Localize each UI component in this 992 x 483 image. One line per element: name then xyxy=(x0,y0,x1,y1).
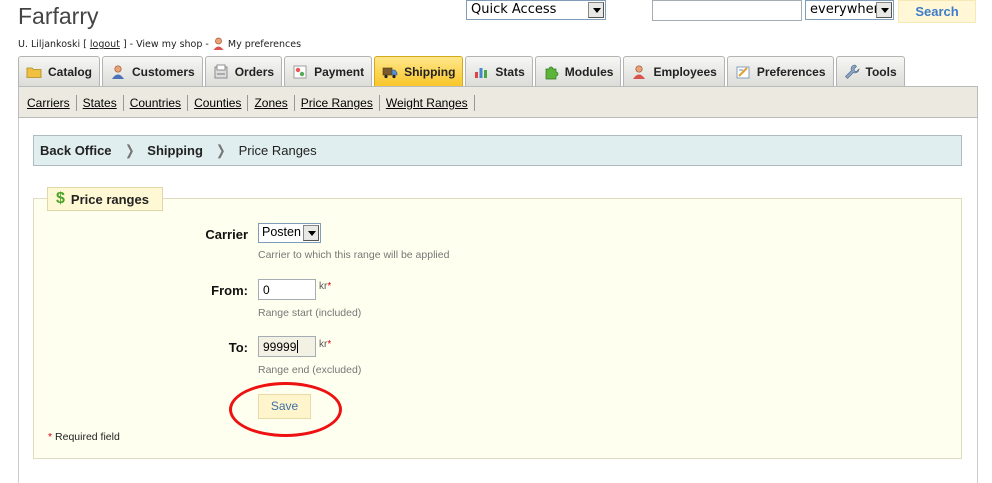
carrier-select[interactable]: Posten xyxy=(258,223,321,243)
folder-icon xyxy=(26,67,42,78)
tab-preferences[interactable]: Preferences xyxy=(726,56,834,86)
tab-tools[interactable]: Tools xyxy=(835,56,905,86)
to-value: 99999 xyxy=(263,340,297,354)
chart-icon xyxy=(475,67,488,78)
quick-access-value: Quick Access xyxy=(471,2,557,17)
carrier-hint: Carrier to which this range will be appl… xyxy=(258,249,450,261)
chevron-down-icon[interactable] xyxy=(588,2,604,18)
from-input[interactable]: 0 xyxy=(258,279,316,300)
required-marker: * xyxy=(327,339,332,350)
dollar-icon: $ xyxy=(56,190,65,207)
tab-employees[interactable]: Employees xyxy=(623,56,725,86)
to-unit: kr* xyxy=(319,339,331,350)
tab-payment[interactable]: Payment xyxy=(284,56,373,86)
puzzle-icon xyxy=(545,66,559,79)
payment-icon xyxy=(293,65,307,78)
sub-navigation: Carriers States Countries Counties Zones… xyxy=(18,86,978,118)
preferences-icon xyxy=(736,66,750,78)
search-button[interactable]: Search xyxy=(898,0,976,23)
required-marker: * xyxy=(48,431,53,443)
tab-stats[interactable]: Stats xyxy=(465,56,533,86)
tab-catalog[interactable]: Catalog xyxy=(18,56,101,86)
to-label: To: xyxy=(228,340,248,355)
tab-label: Preferences xyxy=(756,64,826,79)
tab-label: Tools xyxy=(865,64,897,79)
logout-link[interactable]: logout xyxy=(90,39,120,50)
from-hint: Range start (included) xyxy=(258,307,362,319)
customers-icon xyxy=(112,64,125,79)
orders-icon xyxy=(214,64,228,78)
view-shop-link[interactable]: View my shop xyxy=(136,39,202,50)
breadcrumb-current: Price Ranges xyxy=(238,143,317,158)
search-input[interactable] xyxy=(652,0,802,21)
breadcrumb-section[interactable]: Shipping xyxy=(147,143,203,158)
wrench-icon xyxy=(844,64,859,79)
tab-label: Shipping xyxy=(404,64,456,79)
subnav-countries[interactable]: Countries xyxy=(124,95,189,111)
tab-label: Catalog xyxy=(48,64,93,79)
tab-label: Customers xyxy=(132,64,195,79)
legend-label: Price ranges xyxy=(70,191,149,207)
quick-access-select[interactable]: Quick Access xyxy=(466,0,606,20)
tab-label: Payment xyxy=(314,64,365,79)
chevron-right-icon: ❯ xyxy=(216,142,226,158)
highlight-circle xyxy=(229,382,342,437)
carrier-value: Posten xyxy=(262,225,301,239)
required-note-text: Required field xyxy=(55,431,120,443)
form-legend: $ Price ranges xyxy=(47,187,163,211)
from-label: From: xyxy=(211,283,248,298)
subnav-counties[interactable]: Counties xyxy=(188,95,249,111)
subnav-weight-ranges[interactable]: Weight Ranges xyxy=(380,95,475,111)
required-field-note: * Required field xyxy=(48,431,120,443)
to-hint: Range end (excluded) xyxy=(258,364,362,376)
employee-icon xyxy=(633,64,646,79)
subnav-zones[interactable]: Zones xyxy=(248,95,295,111)
carrier-label: Carrier xyxy=(205,227,248,242)
tab-modules[interactable]: Modules xyxy=(534,56,622,86)
required-marker: * xyxy=(327,281,332,292)
search-scope-select[interactable]: everywhere xyxy=(805,0,894,20)
tab-orders[interactable]: Orders xyxy=(204,56,283,86)
from-value: 0 xyxy=(263,283,270,297)
breadcrumb-root[interactable]: Back Office xyxy=(40,143,112,158)
tab-shipping[interactable]: Shipping xyxy=(374,56,464,86)
subnav-carriers[interactable]: Carriers xyxy=(21,95,77,111)
from-unit: kr* xyxy=(319,281,331,292)
truck-icon xyxy=(382,67,398,78)
tab-customers[interactable]: Customers xyxy=(102,56,203,86)
text-cursor xyxy=(297,340,299,353)
chevron-down-icon[interactable] xyxy=(876,2,892,18)
tab-label: Modules xyxy=(564,64,614,79)
chevron-right-icon: ❯ xyxy=(124,142,135,158)
subnav-states[interactable]: States xyxy=(77,95,124,111)
tab-label: Employees xyxy=(653,64,717,79)
to-input[interactable]: 99999 xyxy=(258,336,316,357)
tab-label: Orders xyxy=(234,64,275,79)
preferences-link[interactable]: My preferences xyxy=(228,39,301,50)
user-info-line: U. Liljankoski [ logout ] - View my shop… xyxy=(18,37,302,50)
main-tabs: Catalog Customers Orders Payment Shippin… xyxy=(18,56,907,86)
user-icon xyxy=(213,37,224,50)
shop-name: Farfarry xyxy=(18,3,99,29)
tab-label: Stats xyxy=(495,64,525,79)
chevron-down-icon[interactable] xyxy=(303,225,319,241)
breadcrumb: Back Office ❯ Shipping ❯ Price Ranges xyxy=(33,135,962,166)
subnav-price-ranges[interactable]: Price Ranges xyxy=(295,95,380,111)
user-name: U. Liljankoski xyxy=(18,39,81,50)
